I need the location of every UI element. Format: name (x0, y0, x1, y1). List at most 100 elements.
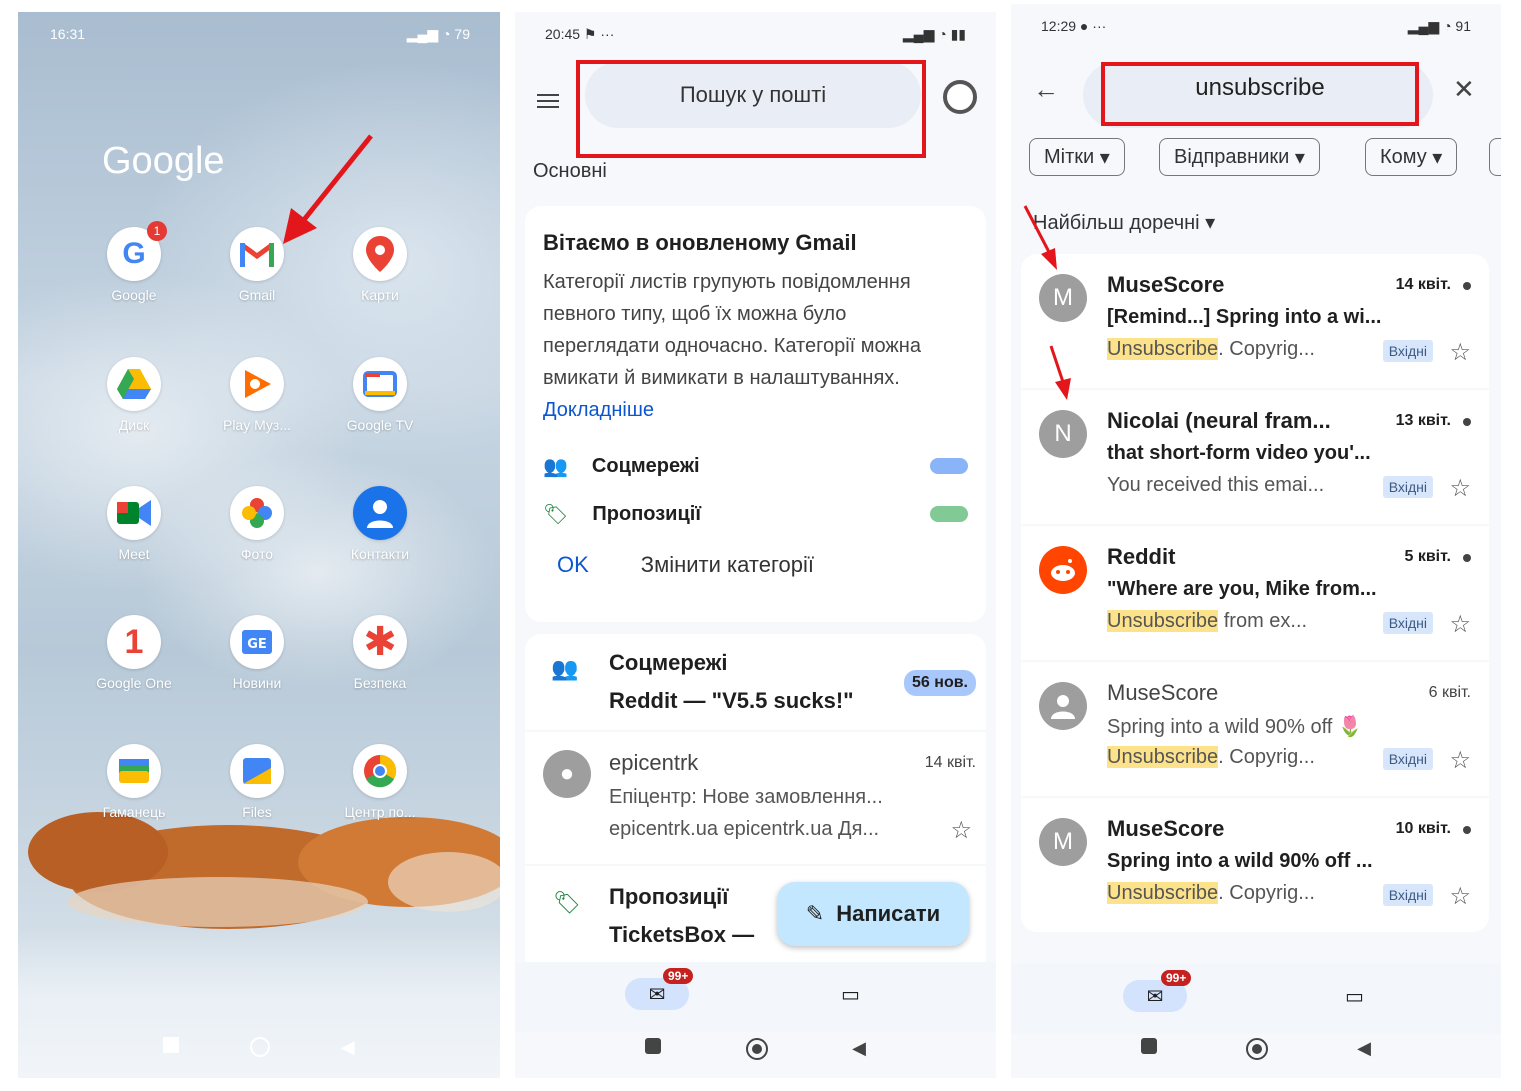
social-category-row[interactable]: 👥 Соцмережі Reddit — "V5.5 sucks!" 56 но… (525, 634, 986, 730)
star-icon[interactable]: ☆ (1449, 474, 1471, 503)
video-icon[interactable]: ▭ (1345, 984, 1364, 1009)
app-label: Google TV (346, 417, 414, 433)
section-label: Основні (533, 160, 607, 182)
row-subtitle: Reddit — "V5.5 sucks!" (609, 688, 854, 713)
search-result-row[interactable]: MuseScore 6 квіт. Spring into a wild 90%… (1021, 662, 1489, 796)
result-sender: MuseScore (1107, 272, 1225, 297)
tag-icon: 🏷 (543, 503, 569, 526)
sender-avatar: N (1039, 410, 1087, 458)
star-icon[interactable]: ☆ (950, 816, 972, 845)
mail-tab[interactable]: ✉ 99+ (625, 968, 694, 1010)
chrome-like-icon (353, 744, 407, 798)
contacts-person-icon (353, 486, 407, 540)
mail-icon: ✉ (1146, 985, 1164, 1008)
welcome-text: Категорії листів групують повідомлення п… (543, 271, 921, 421)
home-screen-phone: 16:31 ▂▄▆ ◔ 79 Google G 1 Google Gmail К… (18, 12, 500, 1078)
nav-bar: ◀ (1011, 1038, 1501, 1060)
unread-badge: 99+ (663, 968, 694, 984)
category-toggle[interactable] (930, 506, 968, 522)
mail-subject: Епіцентр: Нове замовлення... (609, 786, 883, 808)
back-arrow-icon[interactable]: ← (1033, 74, 1059, 105)
bottom-nav: ✉ 99+ ▭ (515, 962, 996, 1032)
app-label: Gmail (238, 287, 276, 303)
star-icon[interactable]: ☆ (1449, 610, 1471, 639)
home-button[interactable] (250, 1037, 271, 1057)
category-row-promotions[interactable]: 🏷 Пропозиції (543, 490, 968, 538)
more-filter-chip[interactable] (1489, 138, 1501, 176)
people-icon: 👥 (551, 656, 579, 681)
star-icon[interactable]: ☆ (1449, 746, 1471, 775)
app-label: Google (111, 287, 157, 303)
unread-dot (1463, 418, 1471, 426)
app-label: Гаманець (102, 804, 166, 820)
recents-button[interactable] (1141, 1038, 1157, 1054)
app-meet[interactable]: Meet (84, 486, 184, 562)
row-title: Пропозиції (609, 884, 729, 909)
search-result-row[interactable]: M MuseScore 14 квіт. [Remind...] Spring … (1021, 254, 1489, 388)
annotation-arrows (1023, 205, 1071, 400)
category-row-social[interactable]: 👥 Соцмережі (543, 442, 968, 490)
app-google-tv[interactable]: Google TV (330, 357, 430, 433)
app-files[interactable]: Files (207, 744, 307, 820)
back-button[interactable]: ◀ (852, 1038, 866, 1060)
result-snippet: You received this emai... (1107, 474, 1325, 496)
app-label: Google One (96, 675, 172, 691)
mail-snippet: epicentrk.ua epicentrk.ua Дя... (609, 818, 880, 840)
mail-sender: epicentrk (609, 750, 699, 775)
app-wallet[interactable]: Гаманець (84, 744, 184, 820)
app-contacts[interactable]: Контакти (330, 486, 430, 562)
result-date: 14 квіт. (1395, 276, 1451, 293)
app-play-music[interactable]: Play Муз... (207, 357, 307, 433)
to-filter-chip[interactable]: Кому ▾ (1365, 138, 1458, 176)
change-categories-button[interactable]: Змінити категорії (641, 552, 814, 578)
menu-icon[interactable] (537, 90, 559, 112)
home-button[interactable] (745, 1038, 768, 1060)
app-label: Диск (118, 417, 150, 433)
app-safety-center[interactable]: Центр по... (330, 744, 430, 820)
category-name: Соцмережі (591, 454, 700, 477)
mail-row[interactable]: ● epicentrk 14 квіт. Епіцентр: Нове замо… (525, 732, 986, 864)
app-label: Play Муз... (222, 417, 292, 433)
status-bar: 20:45 ⚑ ··· ▂▄▆ ◔ ▮▮ (545, 26, 966, 43)
tv-icon (353, 357, 407, 411)
ok-button[interactable]: OK (557, 552, 589, 578)
result-sender: MuseScore (1107, 680, 1219, 705)
security-asterisk-icon: ✱ (353, 615, 407, 669)
recents-button[interactable] (163, 1037, 180, 1053)
app-google-one[interactable]: 1 Google One (84, 615, 184, 691)
search-result-row[interactable]: Reddit 5 квіт. "Where are you, Mike from… (1021, 526, 1489, 660)
learn-more-link[interactable]: Докладніше (543, 399, 654, 421)
compose-button[interactable]: ✎ Написати (777, 882, 969, 946)
unread-dot (1463, 282, 1471, 290)
recents-button[interactable] (645, 1038, 661, 1054)
home-button[interactable] (1246, 1038, 1269, 1060)
app-drive[interactable]: Диск (84, 357, 184, 433)
status-bar: 12:29 ● ··· ▂▄▆ ◔ 91 (1041, 18, 1471, 35)
inbox-label: Вхідні (1382, 884, 1433, 906)
status-icons: ▂▄▆ ◔ ▮▮ (902, 26, 966, 42)
star-icon[interactable]: ☆ (1449, 338, 1471, 367)
account-avatar[interactable] (943, 80, 977, 114)
app-label: Контакти (350, 546, 410, 562)
video-icon[interactable]: ▭ (841, 982, 860, 1007)
sender-avatar: M (1039, 818, 1087, 866)
result-sender: Nicolai (neural fram... (1107, 408, 1331, 433)
labels-filter-chip[interactable]: Мітки ▾ (1029, 138, 1125, 176)
back-button[interactable]: ◀ (341, 1037, 355, 1058)
back-button[interactable]: ◀ (1357, 1038, 1371, 1060)
result-snippet: Unsubscribe from ex... (1107, 610, 1308, 632)
mail-tab[interactable]: ✉ 99+ (1123, 970, 1192, 1012)
app-photos[interactable]: Фото (207, 486, 307, 562)
app-security[interactable]: ✱ Безпека (330, 615, 430, 691)
search-result-row[interactable]: N Nicolai (neural fram... 13 квіт. that … (1021, 390, 1489, 524)
nav-bar: ◀ (18, 1037, 500, 1058)
row-subtitle: TicketsBox — (609, 922, 755, 947)
app-news[interactable]: GE Новини (207, 615, 307, 691)
result-subject: "Where are you, Mike from... (1107, 578, 1377, 600)
category-toggle[interactable] (930, 458, 968, 474)
search-result-row[interactable]: M MuseScore 10 квіт. Spring into a wild … (1021, 798, 1489, 932)
app-google[interactable]: G 1 Google (84, 221, 184, 303)
clear-icon[interactable]: ✕ (1453, 74, 1475, 105)
star-icon[interactable]: ☆ (1449, 882, 1471, 911)
senders-filter-chip[interactable]: Відправники ▾ (1159, 138, 1320, 176)
